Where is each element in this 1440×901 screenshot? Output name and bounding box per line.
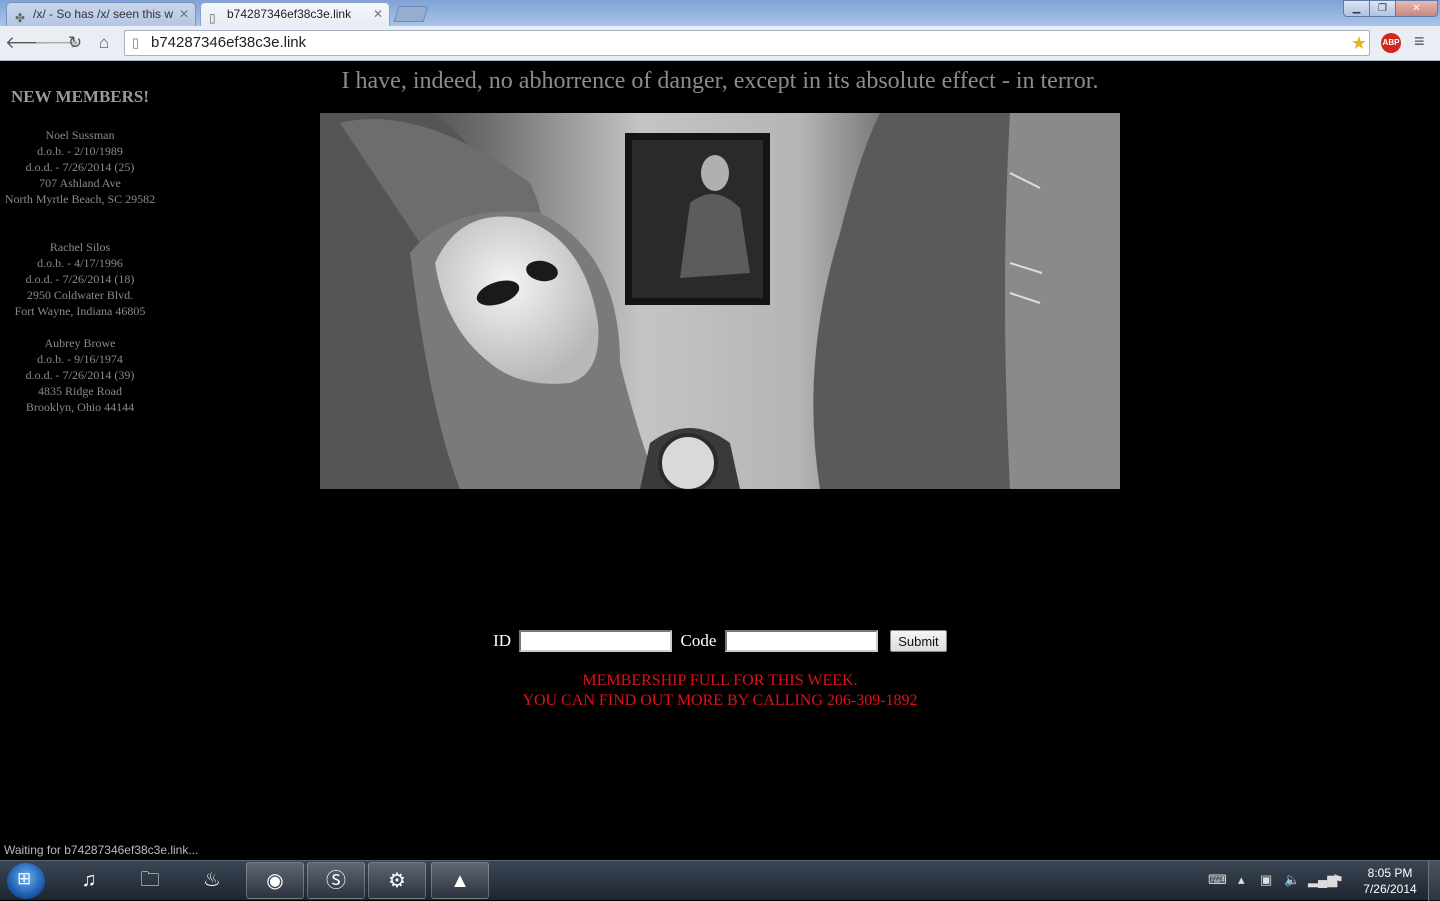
- new-tab-button[interactable]: [393, 6, 429, 22]
- submit-button[interactable]: Submit: [889, 630, 947, 653]
- masked-figure-photo: [320, 113, 1120, 489]
- member-name: Noel Sussman: [45, 128, 115, 142]
- show-hidden-icons-icon[interactable]: ▴: [1238, 872, 1245, 888]
- keyboard-icon[interactable]: ⌨: [1208, 872, 1227, 888]
- member-dod: d.o.d. - 7/26/2014 (39): [25, 368, 135, 382]
- member-city: Brooklyn, Ohio 44144: [25, 400, 135, 414]
- tab-label: /x/ - So has /x/ seen this w: [33, 7, 174, 21]
- flame-app-icon[interactable]: ♨: [183, 862, 241, 899]
- new-members-sidebar: NEW MEMBERS! Noel Sussman d.o.b. - 2/10/…: [0, 62, 160, 415]
- device-icon[interactable]: ▣: [1260, 872, 1272, 888]
- system-clock[interactable]: 8:05 PM 7/26/2014: [1358, 865, 1422, 897]
- page-icon: ▯: [132, 35, 140, 50]
- itunes-icon[interactable]: ♫: [60, 862, 118, 899]
- member-dob: d.o.b. - 4/17/1996: [37, 256, 123, 270]
- clock-time: 8:05 PM: [1367, 866, 1413, 880]
- forward-arrow-icon[interactable]: 🡒: [34, 31, 80, 55]
- notice-line-1: MEMBERSHIP FULL FOR THIS WEEK.: [582, 672, 858, 689]
- skype-icon[interactable]: Ⓢ: [307, 862, 365, 899]
- member-name: Rachel Silos: [49, 240, 111, 254]
- member-dod: d.o.d. - 7/26/2014 (25): [25, 160, 135, 174]
- clover-icon: ✤: [15, 11, 26, 25]
- sidebar-title: NEW MEMBERS!: [10, 87, 150, 106]
- windows-taskbar: ⊞ ♫ 🗀 ♨ ◉ Ⓢ ⚙ ▲ ⌨ ▴ ▣ 🔈 ▂▄▆ ⚑ 8:05 PM 7/…: [0, 860, 1440, 901]
- tab-label: b74287346ef38c3e.link: [227, 7, 352, 21]
- action-center-flag-icon[interactable]: ⚑: [1332, 872, 1344, 888]
- browser-toolbar: 🡐 🡒 ↻ ⌂ ▯ b74287346ef38c3e.link ★ ABP ≡: [0, 26, 1440, 61]
- bookmark-star-icon[interactable]: ★: [1351, 31, 1367, 55]
- photo-drawing: [320, 113, 1120, 489]
- member-dob: d.o.b. - 9/16/1974: [37, 352, 123, 366]
- id-input[interactable]: [519, 630, 673, 653]
- explorer-icon[interactable]: 🗀: [121, 862, 179, 899]
- member-dod: d.o.d. - 7/26/2014 (18): [25, 272, 135, 286]
- page-quote: I have, indeed, no abhorrence of danger,…: [341, 68, 1099, 94]
- minimize-button[interactable]: ▁: [1343, 0, 1370, 17]
- notice-line-2: YOU CAN FIND OUT MORE BY CALLING 206-309…: [522, 692, 918, 709]
- tab-current-page[interactable]: ▯ b74287346ef38c3e.link ✕: [200, 2, 390, 26]
- start-button[interactable]: ⊞: [7, 863, 45, 899]
- restore-button[interactable]: ❐: [1369, 0, 1396, 17]
- member-entry: Rachel Silos d.o.b. - 4/17/1996 d.o.d. -…: [0, 239, 160, 319]
- member-entry: Aubrey Browe d.o.b. - 9/16/1974 d.o.d. -…: [0, 335, 160, 415]
- member-entry: Noel Sussman d.o.b. - 2/10/1989 d.o.d. -…: [0, 127, 160, 207]
- address-bar[interactable]: ▯ b74287346ef38c3e.link ★: [124, 30, 1370, 56]
- login-form: ID Code Submit: [0, 630, 1440, 653]
- url-text: b74287346ef38c3e.link: [151, 34, 307, 51]
- page-content: I have, indeed, no abhorrence of danger,…: [0, 62, 1440, 859]
- home-icon[interactable]: ⌂: [92, 31, 116, 55]
- member-city: North Myrtle Beach, SC 29582: [4, 192, 156, 206]
- browser-titlebar: ✤ /x/ - So has /x/ seen this w ✕ ▯ b7428…: [0, 0, 1440, 26]
- member-name: Aubrey Browe: [44, 336, 116, 350]
- clock-date: 7/26/2014: [1363, 882, 1417, 896]
- id-label: ID: [493, 631, 512, 651]
- tab-x-board[interactable]: ✤ /x/ - So has /x/ seen this w ✕: [6, 2, 196, 26]
- show-desktop-button[interactable]: [1428, 861, 1440, 901]
- member-dob: d.o.b. - 2/10/1989: [37, 144, 123, 158]
- reload-icon[interactable]: ↻: [63, 31, 87, 55]
- member-street: 2950 Coldwater Blvd.: [26, 288, 134, 302]
- steam-icon[interactable]: ⚙: [368, 862, 426, 899]
- status-bar: Waiting for b74287346ef38c3e.link...: [0, 841, 205, 859]
- windows-logo-icon: ⊞: [17, 869, 32, 888]
- member-city: Fort Wayne, Indiana 46805: [14, 304, 146, 318]
- code-input[interactable]: [724, 630, 878, 653]
- adblock-icon[interactable]: ABP: [1381, 33, 1401, 53]
- close-icon[interactable]: ✕: [179, 3, 189, 25]
- volume-icon[interactable]: 🔈: [1284, 872, 1300, 888]
- membership-notice: MEMBERSHIP FULL FOR THIS WEEK. YOU CAN F…: [0, 671, 1440, 711]
- member-street: 4835 Ridge Road: [38, 384, 122, 398]
- member-street: 707 Ashland Ave: [39, 176, 121, 190]
- chrome-icon[interactable]: ◉: [246, 862, 304, 899]
- code-label: Code: [680, 631, 717, 651]
- page-icon: ▯: [209, 11, 216, 25]
- close-window-button[interactable]: ✕: [1395, 0, 1438, 17]
- close-icon[interactable]: ✕: [373, 3, 383, 25]
- back-arrow-icon[interactable]: 🡐: [5, 31, 51, 55]
- vlc-icon[interactable]: ▲: [431, 862, 489, 899]
- menu-icon[interactable]: ≡: [1414, 31, 1425, 52]
